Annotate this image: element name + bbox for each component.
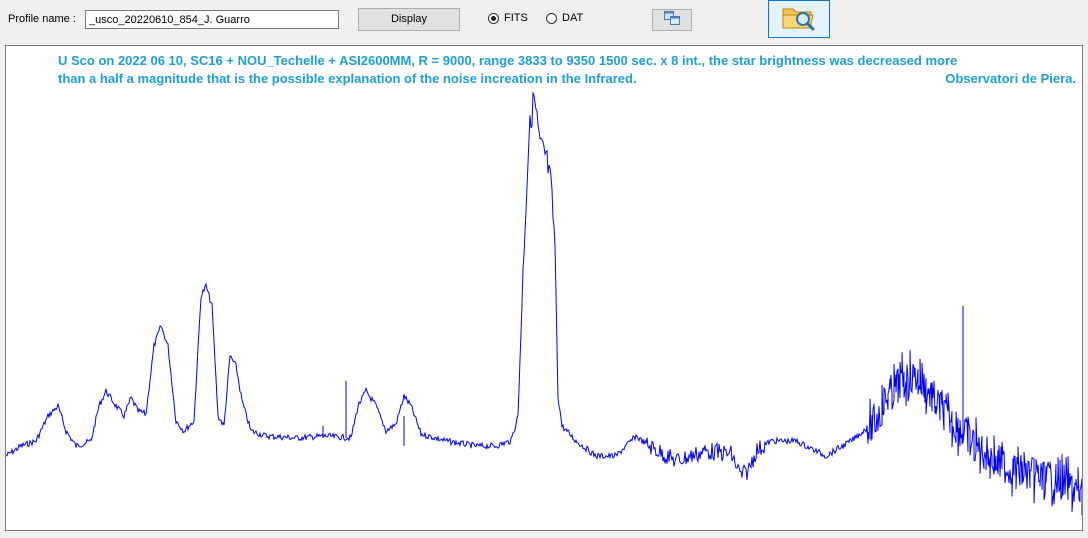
spectrum-plot[interactable]: U Sco on 2022 06 10, SC16 + NOU_Techelle…: [5, 45, 1083, 531]
dat-radio-option[interactable]: DAT: [546, 12, 583, 24]
fits-radio[interactable]: [488, 12, 499, 24]
observatory-credit: Observatori de Piera.: [945, 71, 1076, 86]
spectrum-graph: [6, 91, 1082, 516]
spectrum-annotation: U Sco on 2022 06 10, SC16 + NOU_Techelle…: [58, 52, 1080, 88]
spectrum-line: [6, 91, 1082, 516]
dat-radio[interactable]: [546, 12, 557, 24]
open-file-button[interactable]: [768, 0, 830, 38]
annotation-line-2-row: than a half a magnitude that is the poss…: [58, 70, 1080, 88]
toolbar: Profile name : Display FITS DAT: [0, 0, 1088, 44]
profile-name-label: Profile name :: [8, 13, 76, 25]
spectrum-viewer-window: Profile name : Display FITS DAT: [0, 0, 1088, 538]
fits-radio-label: FITS: [504, 12, 528, 24]
copy-button[interactable]: [652, 9, 692, 31]
copy-windows-icon: [663, 10, 681, 31]
fits-radio-option[interactable]: FITS: [488, 12, 528, 24]
annotation-line-1: U Sco on 2022 06 10, SC16 + NOU_Techelle…: [58, 53, 958, 68]
profile-name-input[interactable]: [85, 10, 339, 29]
dat-radio-label: DAT: [562, 12, 584, 24]
folder-search-icon: [781, 2, 817, 37]
display-button[interactable]: Display: [358, 8, 460, 31]
annotation-line-2: than a half a magnitude that is the poss…: [58, 71, 637, 86]
